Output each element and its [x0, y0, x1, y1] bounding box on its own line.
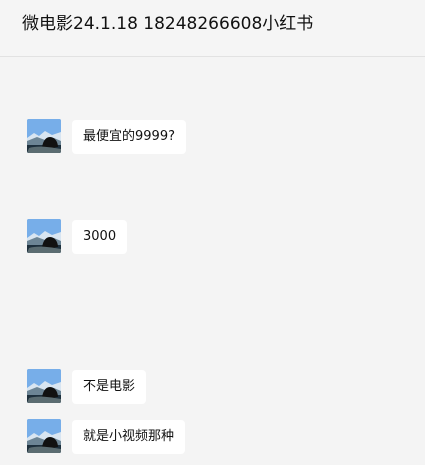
- message-bubble[interactable]: 不是电影: [72, 370, 147, 404]
- landscape-photo-icon[interactable]: [27, 219, 61, 253]
- message-bubble[interactable]: 就是小视频那种: [72, 420, 186, 454]
- landscape-photo-icon[interactable]: [27, 119, 61, 153]
- landscape-photo-icon[interactable]: [27, 419, 61, 453]
- landscape-photo-icon[interactable]: [27, 369, 61, 403]
- message-bubble[interactable]: 最便宜的9999?: [72, 120, 186, 154]
- message-bubble[interactable]: 3000: [72, 220, 128, 254]
- chat-window: 微电影24.1.18 18248266608小红书 最便宜的9999? 3000…: [0, 0, 425, 465]
- chat-header: 微电影24.1.18 18248266608小红书: [0, 0, 425, 57]
- chat-title: 微电影24.1.18 18248266608小红书: [22, 14, 314, 34]
